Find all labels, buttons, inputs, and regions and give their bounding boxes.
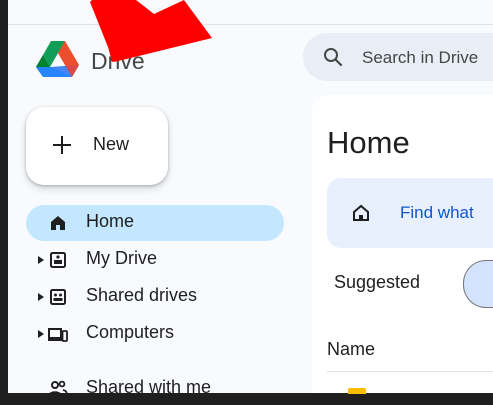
home-icon — [51, 216, 65, 230]
banner-text[interactable]: Find what — [400, 203, 474, 223]
name-column-header[interactable]: Name — [327, 339, 375, 360]
home-outline-icon — [353, 204, 369, 221]
divider — [327, 371, 493, 372]
sidebar-item-label: My Drive — [86, 248, 157, 268]
suggested-label: Suggested — [334, 272, 421, 292]
new-button-label: New — [93, 134, 130, 154]
sidebar-item-shared-drives[interactable]: Shared drives — [8, 279, 298, 313]
sidebar-item-computers[interactable]: Computers — [8, 316, 298, 350]
main-content: Home Find what Suggested Name — [312, 95, 493, 394]
search-icon[interactable] — [323, 47, 343, 67]
sidebar-item-shared-with-me[interactable]: Shared with me — [8, 371, 298, 405]
desktop-edge — [0, 0, 8, 393]
sidebar-item-my-drive[interactable]: My Drive — [8, 242, 298, 276]
expand-caret-icon[interactable] — [38, 330, 44, 338]
sidebar-item-home[interactable]: Home — [8, 205, 298, 241]
computers-icon — [48, 328, 68, 342]
search-suggestion-banner[interactable]: Find what — [327, 178, 493, 248]
shared-with-me-icon — [48, 380, 68, 397]
plus-icon — [53, 136, 71, 154]
shared-drives-icon — [50, 289, 66, 305]
search-placeholder[interactable]: Search in Drive — [362, 48, 478, 68]
page-title: Home — [327, 125, 410, 160]
folder-icon — [348, 388, 366, 394]
filter-chip[interactable] — [463, 260, 493, 308]
sidebar-item-label: Home — [86, 211, 135, 231]
my-drive-icon — [50, 252, 66, 268]
expand-caret-icon[interactable] — [38, 256, 44, 264]
search-bar[interactable]: Search in Drive — [303, 33, 493, 81]
new-button[interactable]: New — [26, 107, 168, 185]
sidebar-item-label: Computers — [86, 322, 175, 342]
sidebar-item-label: Shared with me — [86, 377, 212, 397]
sidebar-item-label: Shared drives — [86, 285, 198, 305]
expand-caret-icon[interactable] — [38, 293, 44, 301]
annotation-arrow — [90, 0, 212, 62]
